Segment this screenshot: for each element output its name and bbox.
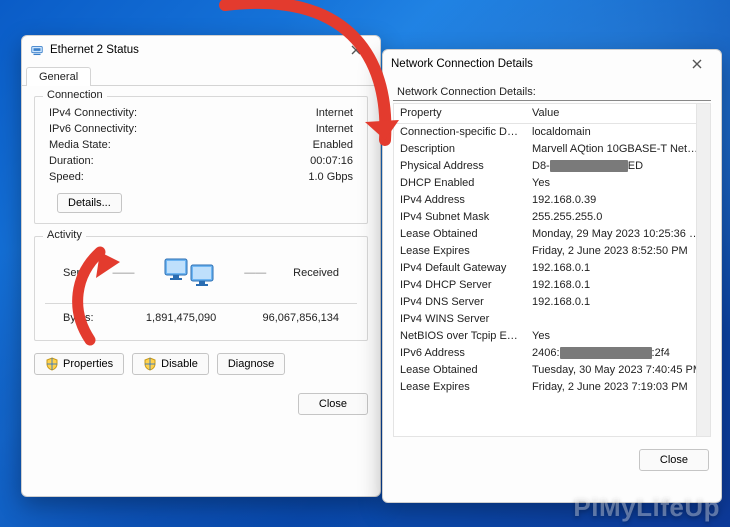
speed-value: 1.0 Gbps — [308, 171, 353, 183]
ipv6-connectivity-value: Internet — [316, 123, 353, 135]
ipv4-connectivity-label: IPv4 Connectivity: — [49, 107, 137, 119]
details-row-value: 255.255.255.0 — [526, 209, 710, 226]
media-state-value: Enabled — [313, 139, 353, 151]
details-row-value: 192.168.0.1 — [526, 277, 710, 294]
network-adapter-icon — [30, 43, 44, 57]
details-row-value: 2406::2f4 — [526, 345, 710, 362]
duration-value: 00:07:16 — [310, 155, 353, 167]
duration-label: Duration: — [49, 155, 94, 167]
details-row-property: IPv4 Subnet Mask — [394, 209, 526, 226]
details-row[interactable]: DHCP EnabledYes — [394, 175, 710, 192]
details-row-property: Connection-specific DN... — [394, 124, 526, 141]
activity-legend: Activity — [43, 229, 86, 241]
ipv4-connectivity-value: Internet — [316, 107, 353, 119]
details-row[interactable]: IPv4 Subnet Mask255.255.255.0 — [394, 209, 710, 226]
details-row-value: Tuesday, 30 May 2023 7:40:45 PM — [526, 362, 710, 379]
ipv6-connectivity-label: IPv6 Connectivity: — [49, 123, 137, 135]
details-row[interactable]: IPv6 Address2406::2f4 — [394, 345, 710, 362]
details-row-property: Description — [394, 141, 526, 158]
details-row-property: IPv4 DHCP Server — [394, 277, 526, 294]
details-row[interactable]: Lease ExpiresFriday, 2 June 2023 8:52:50… — [394, 243, 710, 260]
details-row-property: Lease Expires — [394, 379, 526, 396]
details-close-button[interactable]: Close — [639, 449, 709, 471]
details-row[interactable]: IPv4 WINS Server — [394, 311, 710, 328]
details-row[interactable]: IPv4 Default Gateway192.168.0.1 — [394, 260, 710, 277]
details-row[interactable]: NetBIOS over Tcpip En...Yes — [394, 328, 710, 345]
details-row-value: Marvell AQtion 10GBASE-T Network A — [526, 141, 710, 158]
status-close-button[interactable]: Close — [298, 393, 368, 415]
activity-monitors-icon — [161, 253, 217, 293]
tab-strip: General — [22, 64, 380, 86]
details-row-property: IPv6 Address — [394, 345, 526, 362]
titlebar[interactable]: Ethernet 2 Status — [22, 36, 380, 64]
details-row-value: Yes — [526, 175, 710, 192]
close-icon[interactable] — [340, 39, 372, 61]
details-row[interactable]: IPv4 Address192.168.0.39 — [394, 192, 710, 209]
header-value: Value — [526, 104, 710, 123]
details-list[interactable]: Property Value Connection-specific DN...… — [393, 103, 711, 437]
details-row[interactable]: Connection-specific DN...localdomain — [394, 124, 710, 141]
details-row-property: Lease Obtained — [394, 226, 526, 243]
details-button[interactable]: Details... — [57, 193, 122, 213]
details-row-value: D8-ED — [526, 158, 710, 175]
ethernet-status-window: Ethernet 2 Status General Connection IPv… — [21, 35, 381, 497]
diagnose-button[interactable]: Diagnose — [217, 353, 285, 375]
redacted-segment — [560, 347, 652, 359]
shield-icon — [45, 357, 59, 371]
details-row-property: DHCP Enabled — [394, 175, 526, 192]
media-state-label: Media State: — [49, 139, 111, 151]
details-row-property: IPv4 Default Gateway — [394, 260, 526, 277]
disable-button-label: Disable — [161, 358, 198, 370]
details-row[interactable]: Lease ExpiresFriday, 2 June 2023 7:19:03… — [394, 379, 710, 396]
activity-group: Activity Sent —— —— — [34, 236, 368, 341]
details-row-property: Lease Obtained — [394, 362, 526, 379]
details-list-label: Network Connection Details: — [393, 84, 711, 101]
details-row[interactable]: Lease ObtainedTuesday, 30 May 2023 7:40:… — [394, 362, 710, 379]
details-row-value: Friday, 2 June 2023 7:19:03 PM — [526, 379, 710, 396]
activity-sent-bytes: 1,891,475,090 — [96, 312, 216, 324]
details-row-value: 192.168.0.1 — [526, 260, 710, 277]
details-header-row: Property Value — [394, 104, 710, 124]
details-row[interactable]: IPv4 DNS Server192.168.0.1 — [394, 294, 710, 311]
vertical-scrollbar[interactable] — [696, 104, 710, 436]
close-icon[interactable] — [681, 53, 713, 75]
details-row-property: IPv4 DNS Server — [394, 294, 526, 311]
details-row-value: 192.168.0.1 — [526, 294, 710, 311]
details-row[interactable]: IPv4 DHCP Server192.168.0.1 — [394, 277, 710, 294]
disable-button[interactable]: Disable — [132, 353, 209, 375]
connection-group: Connection IPv4 Connectivity:Internet IP… — [34, 96, 368, 224]
details-row-value: Monday, 29 May 2023 10:25:36 PM — [526, 226, 710, 243]
details-row-value — [526, 311, 710, 328]
network-details-window: Network Connection Details Network Conne… — [382, 49, 722, 503]
details-row[interactable]: DescriptionMarvell AQtion 10GBASE-T Netw… — [394, 141, 710, 158]
details-row-value: 192.168.0.39 — [526, 192, 710, 209]
details-row-property: NetBIOS over Tcpip En... — [394, 328, 526, 345]
titlebar[interactable]: Network Connection Details — [383, 50, 721, 78]
activity-received-bytes: 96,067,856,134 — [219, 312, 339, 324]
details-row-value: localdomain — [526, 124, 710, 141]
tab-general[interactable]: General — [26, 67, 91, 86]
details-row-value: Friday, 2 June 2023 8:52:50 PM — [526, 243, 710, 260]
shield-icon — [143, 357, 157, 371]
properties-button[interactable]: Properties — [34, 353, 124, 375]
redacted-segment — [550, 160, 628, 172]
connection-legend: Connection — [43, 89, 107, 101]
details-row[interactable]: Lease ObtainedMonday, 29 May 2023 10:25:… — [394, 226, 710, 243]
activity-sent-label: Sent — [63, 267, 86, 279]
window-title: Ethernet 2 Status — [50, 44, 334, 56]
window-title: Network Connection Details — [391, 58, 675, 70]
properties-button-label: Properties — [63, 358, 113, 370]
details-row-property: IPv4 WINS Server — [394, 311, 526, 328]
details-row[interactable]: Physical AddressD8-ED — [394, 158, 710, 175]
header-property: Property — [394, 104, 526, 123]
details-row-property: Lease Expires — [394, 243, 526, 260]
details-row-value: Yes — [526, 328, 710, 345]
activity-received-label: Received — [293, 267, 339, 279]
activity-bytes-label: Bytes: — [63, 312, 94, 324]
speed-label: Speed: — [49, 171, 84, 183]
details-row-property: Physical Address — [394, 158, 526, 175]
details-row-property: IPv4 Address — [394, 192, 526, 209]
